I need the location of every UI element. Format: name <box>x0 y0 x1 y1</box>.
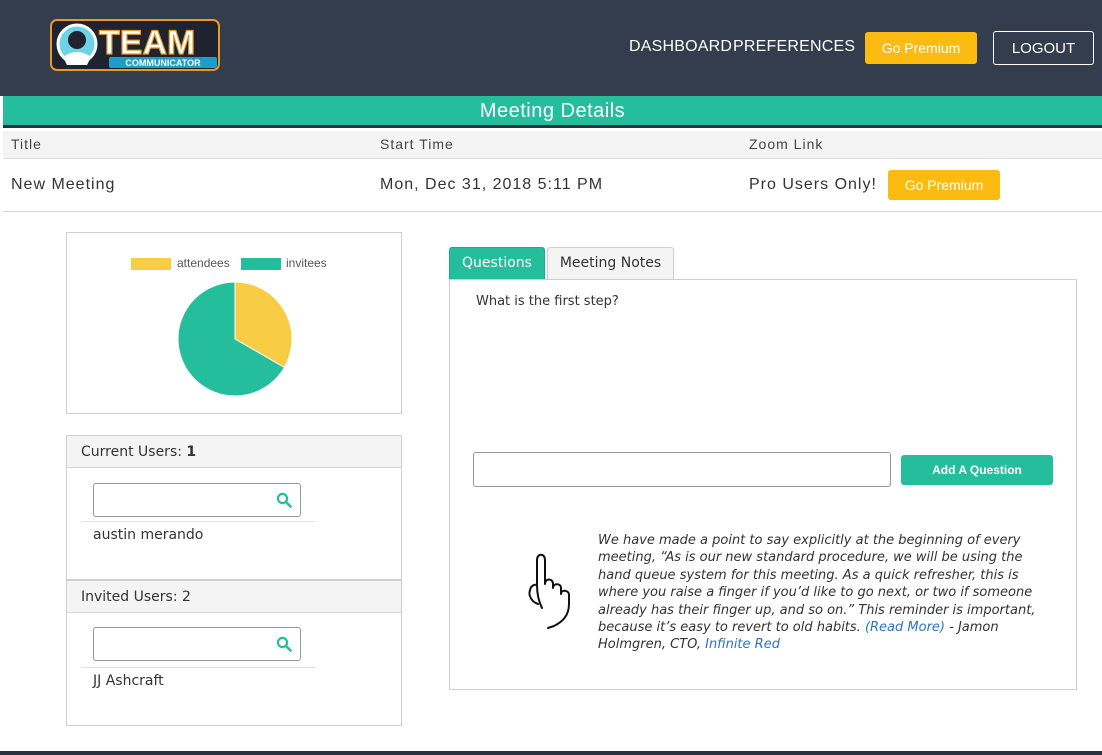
svg-text:COMMUNICATOR: COMMUNICATOR <box>125 58 201 68</box>
invited-users-label: Invited Users: <box>81 589 178 605</box>
user-list-item[interactable]: austin merando <box>93 527 203 543</box>
question-item: What is the first step? <box>476 294 619 309</box>
divider <box>81 667 315 668</box>
invited-users-search[interactable] <box>93 627 301 661</box>
meeting-details-heading: Meeting Details <box>3 96 1102 128</box>
divider <box>81 521 315 522</box>
invited-users-search-input[interactable] <box>100 629 270 659</box>
zoom-go-premium-button[interactable]: Go Premium <box>888 170 1000 200</box>
nav-dashboard-link[interactable]: DASHBOARD <box>629 38 732 56</box>
read-more-link[interactable]: (Read More) <box>865 620 945 635</box>
team-communicator-logo[interactable]: TEAM COMMUNICATOR <box>49 17 221 73</box>
current-users-count: 1 <box>186 444 197 460</box>
add-question-button[interactable]: Add A Question <box>901 455 1053 485</box>
meeting-row: New Meeting Mon, Dec 31, 2018 5:11 PM Pr… <box>3 159 1102 212</box>
questions-panel: What is the first step? Add A Question W… <box>449 279 1077 690</box>
top-navbar: TEAM COMMUNICATOR DASHBOARD PREFERENCES … <box>0 0 1102 96</box>
infinite-red-link[interactable]: Infinite Red <box>705 637 780 652</box>
column-zoom-link: Zoom Link <box>749 136 824 152</box>
column-start-time: Start Time <box>380 136 454 152</box>
footer-divider <box>0 751 1102 755</box>
svg-text:TEAM: TEAM <box>99 24 195 62</box>
invited-users-panel: Invited Users: 2 JJ Ashcraft <box>66 580 402 726</box>
quote-dash: - <box>945 620 954 636</box>
meeting-title: New Meeting <box>11 176 116 193</box>
column-title: Title <box>11 136 42 152</box>
current-users-panel: Current Users: 1 austin merando <box>66 435 402 580</box>
pie-svg <box>177 281 293 397</box>
zoom-link-pro-notice: Pro Users Only! <box>749 176 877 193</box>
search-icon[interactable] <box>276 492 292 508</box>
go-premium-button[interactable]: Go Premium <box>865 32 977 64</box>
user-list-item[interactable]: JJ Ashcraft <box>93 673 164 689</box>
invited-users-header: Invited Users: 2 <box>67 581 401 613</box>
invited-users-count: 2 <box>182 589 191 605</box>
hand-queue-quote: We have made a point to say explicitly a… <box>598 532 1038 654</box>
tab-meeting-notes[interactable]: Meeting Notes <box>547 247 674 280</box>
current-users-label: Current Users: <box>81 444 182 460</box>
meeting-table-header: Title Start Time Zoom Link <box>3 131 1102 159</box>
attendance-pie-chart: attendees invitees <box>66 232 402 414</box>
meeting-start-time: Mon, Dec 31, 2018 5:11 PM <box>380 176 604 193</box>
current-users-search[interactable] <box>93 483 301 517</box>
current-users-header: Current Users: 1 <box>67 436 401 468</box>
nav-preferences-link[interactable]: PREFERENCES <box>733 38 855 56</box>
search-icon[interactable] <box>276 636 292 652</box>
tab-questions[interactable]: Questions <box>449 247 545 280</box>
current-users-search-input[interactable] <box>100 485 270 515</box>
raised-finger-hand-icon <box>528 553 570 629</box>
question-input[interactable] <box>473 452 891 487</box>
logout-button[interactable]: LOGOUT <box>993 31 1094 65</box>
